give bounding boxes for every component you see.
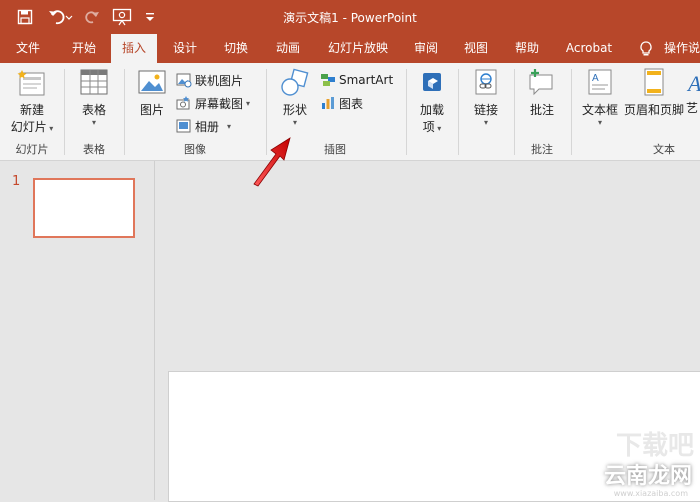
tab-review[interactable]: 审阅 bbox=[404, 34, 448, 63]
photo-album-button[interactable]: 相册 ▾ bbox=[176, 117, 231, 135]
textbox-icon: A bbox=[585, 67, 615, 99]
comment-icon bbox=[527, 67, 557, 99]
new-slide-label-1: 新建 bbox=[19, 103, 44, 117]
addins-button[interactable]: 加载 项 ▾ bbox=[412, 67, 452, 135]
tab-home[interactable]: 开始 bbox=[62, 34, 106, 63]
screenshot-button[interactable]: 屏幕截图 ▾ bbox=[176, 94, 250, 112]
table-label: 表格 bbox=[81, 103, 106, 117]
addins-icon bbox=[417, 67, 447, 99]
header-footer-button[interactable]: 页眉和页脚 bbox=[622, 67, 686, 118]
screenshot-icon bbox=[176, 96, 190, 110]
watermark-faint: 下载吧 bbox=[615, 431, 694, 461]
photo-album-caret-icon: ▾ bbox=[227, 121, 232, 131]
ribbon-insert: 新建 幻灯片 ▾ 幻灯片 表格 ▾ 表格 图片 联机图片 屏幕截图 ▾ 相册 ▾… bbox=[0, 63, 700, 161]
tab-slideshow[interactable]: 幻灯片放映 bbox=[318, 34, 398, 63]
lightbulb-icon[interactable] bbox=[636, 34, 656, 63]
tab-transitions[interactable]: 切换 bbox=[214, 34, 258, 63]
table-icon bbox=[79, 67, 109, 99]
watermark-url: www.xiazaiba.com bbox=[613, 489, 688, 498]
slide-number: 1 bbox=[12, 174, 21, 189]
addins-label-text: 项 bbox=[422, 120, 435, 134]
tell-me-search[interactable]: 操作说 bbox=[664, 34, 700, 63]
screenshot-label: 屏幕截图 bbox=[195, 96, 244, 111]
link-caret-icon: ▾ bbox=[483, 118, 488, 127]
group-divider bbox=[458, 69, 459, 155]
group-label-comments: 批注 bbox=[531, 143, 553, 156]
online-pictures-label: 联机图片 bbox=[195, 73, 244, 88]
addins-label-2: 项 ▾ bbox=[412, 118, 452, 135]
smartart-button[interactable]: SmartArt bbox=[320, 71, 393, 89]
group-divider bbox=[571, 69, 572, 155]
tab-file[interactable]: 文件 bbox=[6, 34, 50, 63]
addins-caret-icon: ▾ bbox=[434, 124, 442, 133]
shapes-label: 形状 bbox=[282, 103, 307, 117]
picture-button[interactable]: 图片 bbox=[132, 67, 172, 118]
comment-button[interactable]: 批注 bbox=[520, 67, 564, 118]
annotation-arrow-icon bbox=[253, 137, 291, 187]
svg-text:A: A bbox=[592, 73, 599, 84]
group-divider bbox=[64, 69, 65, 155]
wordart-button[interactable]: A 艺 bbox=[686, 67, 700, 116]
chart-icon bbox=[322, 97, 334, 109]
new-slide-label-2: 幻灯片 ▾ bbox=[4, 118, 60, 135]
link-icon bbox=[471, 67, 501, 99]
group-label-slides: 幻灯片 bbox=[15, 143, 49, 156]
photo-album-label: 相册 bbox=[195, 119, 220, 134]
screenshot-caret-icon: ▾ bbox=[246, 98, 251, 108]
shapes-button[interactable]: 形状 ▾ bbox=[274, 67, 316, 128]
tab-insert[interactable]: 插入 bbox=[111, 34, 157, 63]
group-label-tables: 表格 bbox=[83, 143, 105, 156]
tab-help[interactable]: 帮助 bbox=[505, 34, 549, 63]
textbox-button[interactable]: A 文本框 ▾ bbox=[578, 67, 622, 128]
wordart-icon: A bbox=[686, 67, 700, 99]
textbox-label: 文本框 bbox=[581, 103, 618, 117]
header-footer-label: 页眉和页脚 bbox=[623, 103, 684, 117]
shapes-icon bbox=[280, 67, 310, 99]
smartart-label: SmartArt bbox=[339, 73, 394, 87]
title-bar: 演示文稿1 - PowerPoint bbox=[0, 0, 700, 34]
chart-button[interactable]: 图表 bbox=[320, 94, 363, 112]
online-pictures-icon bbox=[176, 73, 192, 88]
new-slide-label-text: 幻灯片 bbox=[10, 120, 47, 134]
smartart-icon bbox=[321, 74, 335, 86]
link-label: 链接 bbox=[473, 103, 498, 117]
svg-text:A: A bbox=[686, 71, 700, 96]
group-divider bbox=[406, 69, 407, 155]
tab-acrobat[interactable]: Acrobat bbox=[557, 34, 621, 63]
picture-icon bbox=[137, 67, 167, 99]
slide-thumbnail[interactable] bbox=[33, 178, 135, 238]
ribbon-tabs: 文件 开始 插入 设计 切换 动画 幻灯片放映 审阅 视图 帮助 Acrobat… bbox=[0, 34, 700, 63]
chart-label: 图表 bbox=[339, 96, 364, 111]
textbox-caret-icon: ▾ bbox=[597, 118, 602, 127]
group-label-text: 文本 bbox=[653, 143, 675, 156]
picture-label: 图片 bbox=[139, 103, 164, 117]
photo-album-icon bbox=[176, 119, 191, 133]
addins-label-1: 加载 bbox=[419, 103, 444, 117]
table-caret-icon: ▾ bbox=[91, 118, 96, 127]
tab-view[interactable]: 视图 bbox=[454, 34, 498, 63]
comment-label: 批注 bbox=[529, 103, 554, 117]
link-button[interactable]: 链接 ▾ bbox=[464, 67, 508, 128]
group-divider bbox=[514, 69, 515, 155]
header-footer-icon bbox=[639, 67, 669, 99]
group-label-images: 图像 bbox=[184, 143, 206, 156]
table-button[interactable]: 表格 ▾ bbox=[70, 67, 118, 128]
new-slide-caret-icon: ▾ bbox=[46, 124, 54, 133]
shapes-caret-icon: ▾ bbox=[292, 118, 297, 127]
watermark-logo: 云南龙网 bbox=[603, 464, 692, 489]
new-slide-button[interactable]: 新建 幻灯片 ▾ bbox=[4, 67, 60, 135]
group-divider bbox=[124, 69, 125, 155]
wordart-label: 艺 bbox=[686, 101, 699, 115]
tab-design[interactable]: 设计 bbox=[163, 34, 207, 63]
tab-animations[interactable]: 动画 bbox=[266, 34, 310, 63]
window-title: 演示文稿1 - PowerPoint bbox=[283, 11, 417, 25]
new-slide-icon bbox=[17, 67, 47, 99]
online-pictures-button[interactable]: 联机图片 bbox=[176, 71, 243, 89]
